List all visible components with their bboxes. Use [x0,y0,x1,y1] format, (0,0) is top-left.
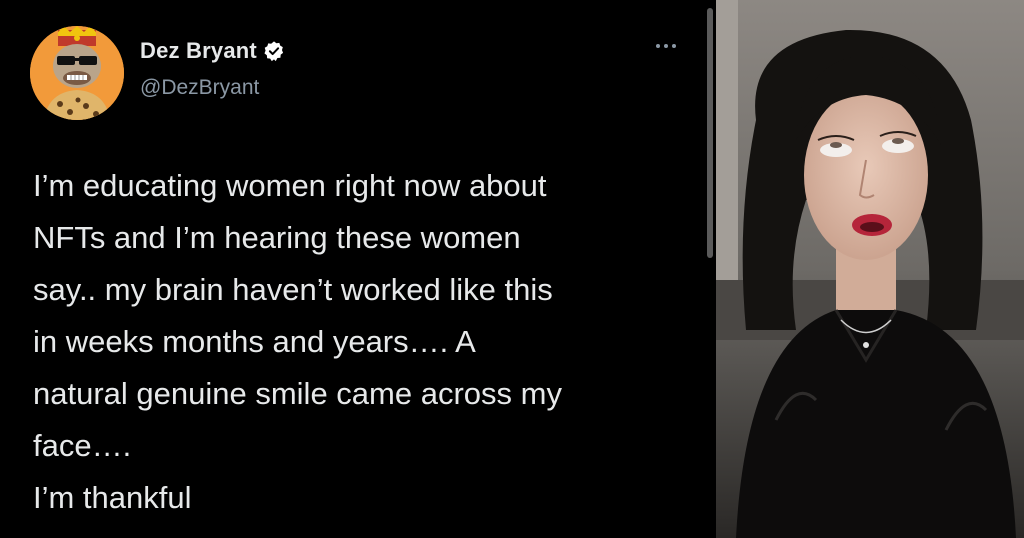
display-name[interactable]: Dez Bryant [140,38,257,64]
meme-composite: Dez Bryant @DezBryant I’m educating wome… [0,0,1024,538]
scrollbar-thumb[interactable] [707,8,713,258]
woman-rolling-eyes-reaction-photo [716,0,1024,538]
tweet-body: I’m educating women right now about NFTs… [33,160,703,524]
more-dot [664,44,668,48]
author-name-row[interactable]: Dez Bryant [140,38,285,64]
tweet-text-line: I’m thankful [33,480,192,515]
nft-ape-avatar-icon[interactable] [30,26,124,120]
tweet-text-line: face…. [33,428,132,463]
user-handle[interactable]: @DezBryant [140,76,259,100]
verified-badge-icon [264,41,283,62]
more-options-icon[interactable] [656,44,676,48]
tweet-text-line: in weeks months and years…. A [33,324,476,359]
tweet-text-line: natural genuine smile came across my [33,376,562,411]
tweet-text-line: NFTs and I’m hearing these women [33,220,521,255]
tweet-text-line: say.. my brain haven’t worked like this [33,272,553,307]
tweet-text-line: I’m educating women right now about [33,168,547,203]
more-dot [672,44,676,48]
tweet-card: Dez Bryant @DezBryant I’m educating wome… [0,0,716,538]
more-dot [656,44,660,48]
